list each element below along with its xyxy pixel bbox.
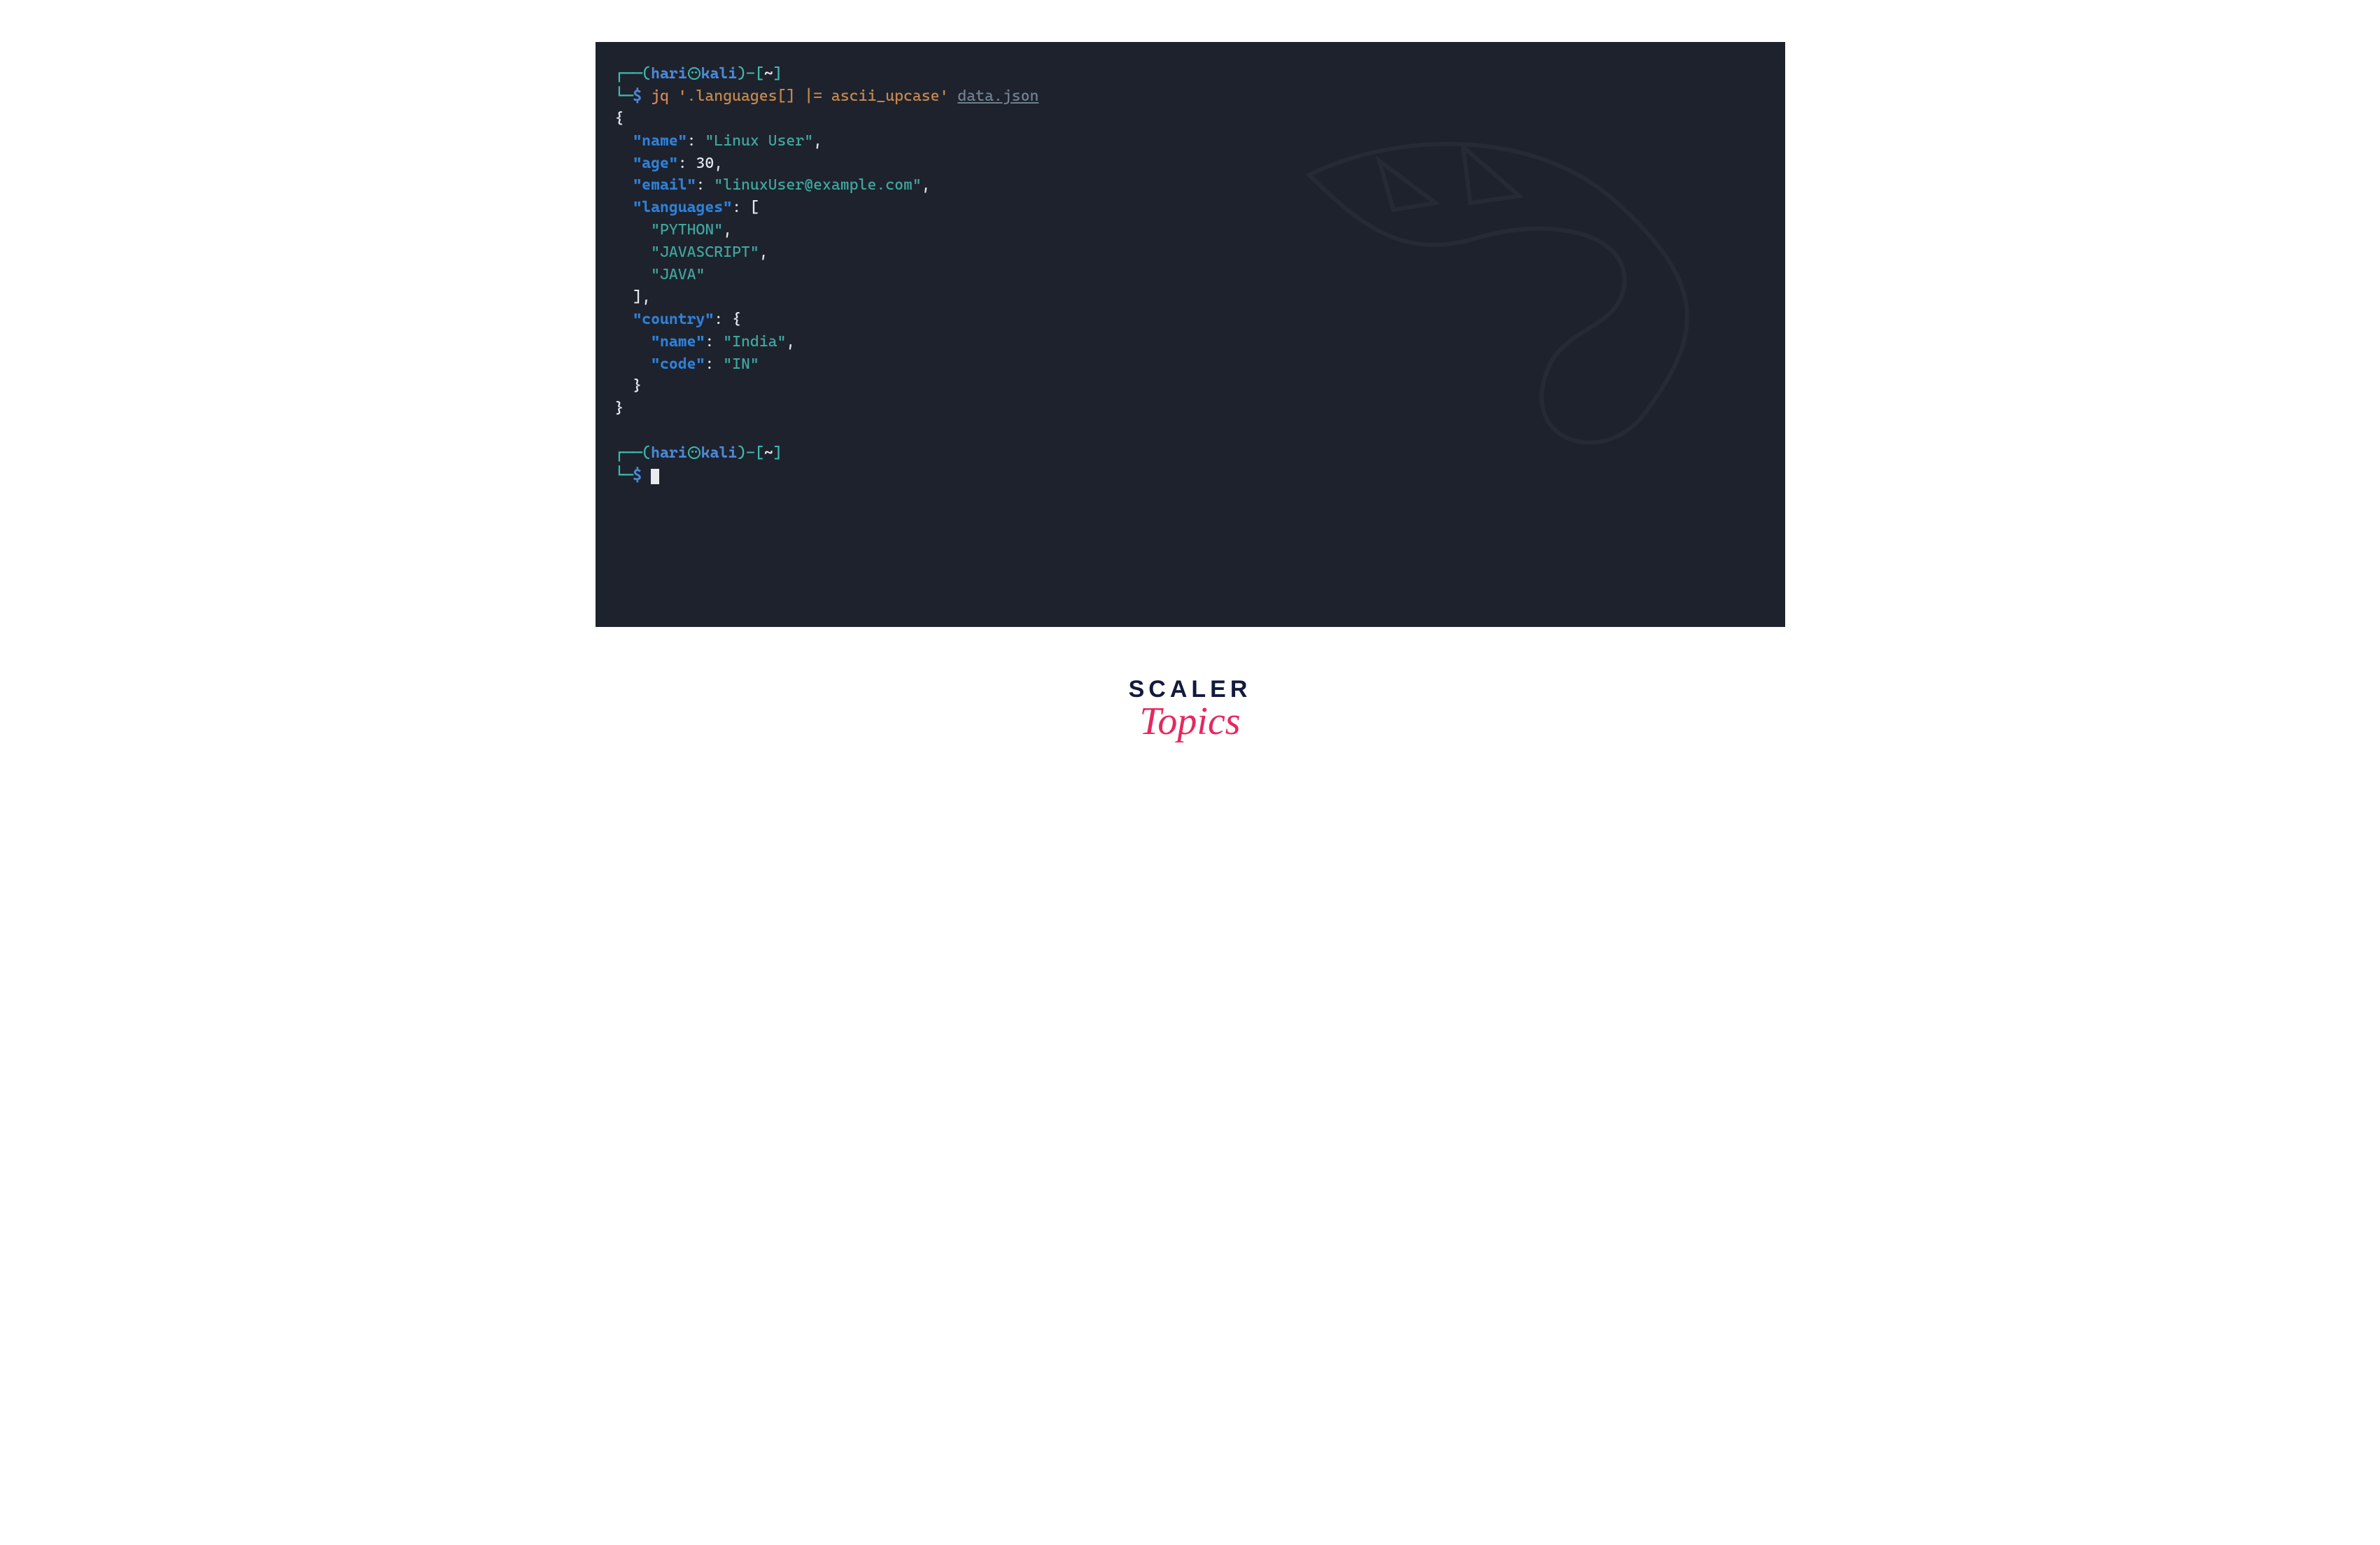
command-line[interactable]: └─$ jq '.languages[] |= ascii_upcase' da… [615, 85, 1766, 108]
terminal-window[interactable]: ┌──(harikali)-[~] └─$ jq '.languages[] |… [596, 42, 1785, 627]
prompt-symbol: $ [633, 87, 642, 105]
command-bin: jq [651, 87, 669, 105]
command-file: data.json [957, 87, 1038, 105]
output-lang-2: "JAVASCRIPT", [615, 241, 1766, 264]
skull-icon [688, 446, 700, 459]
output-country-key: "country": { [615, 309, 1766, 331]
output-languages-key: "languages": [ [615, 197, 1766, 219]
skull-icon [688, 67, 700, 80]
prompt-line-1: ┌──(harikali)-[~] [615, 63, 1766, 85]
output-country-name: "name": "India", [615, 331, 1766, 353]
output-languages-close: ], [615, 286, 1766, 309]
output-lang-3: "JAVA" [615, 264, 1766, 286]
prompt-line-2: ┌──(harikali)-[~] [615, 442, 1766, 465]
output-brace-close: } [615, 397, 1766, 420]
prompt-cwd: ~ [764, 65, 773, 83]
prompt-user: hari [651, 65, 687, 83]
cursor [651, 469, 659, 484]
output-age: "age": 30, [615, 153, 1766, 175]
output-brace-open: { [615, 108, 1766, 130]
branding: SCALER Topics [1129, 676, 1252, 744]
command-filter: '.languages[] |= ascii_upcase' [678, 87, 949, 105]
output-country-close: } [615, 375, 1766, 397]
prompt-host: kali [701, 65, 738, 83]
prompt-input-line[interactable]: └─$ [615, 465, 1766, 487]
output-lang-1: "PYTHON", [615, 219, 1766, 241]
output-email: "email": "linuxUser@example.com", [615, 174, 1766, 197]
output-name: "name": "Linux User", [615, 130, 1766, 153]
brand-topics: Topics [1129, 699, 1252, 744]
blank-line [615, 420, 1766, 442]
output-country-code: "code": "IN" [615, 353, 1766, 376]
